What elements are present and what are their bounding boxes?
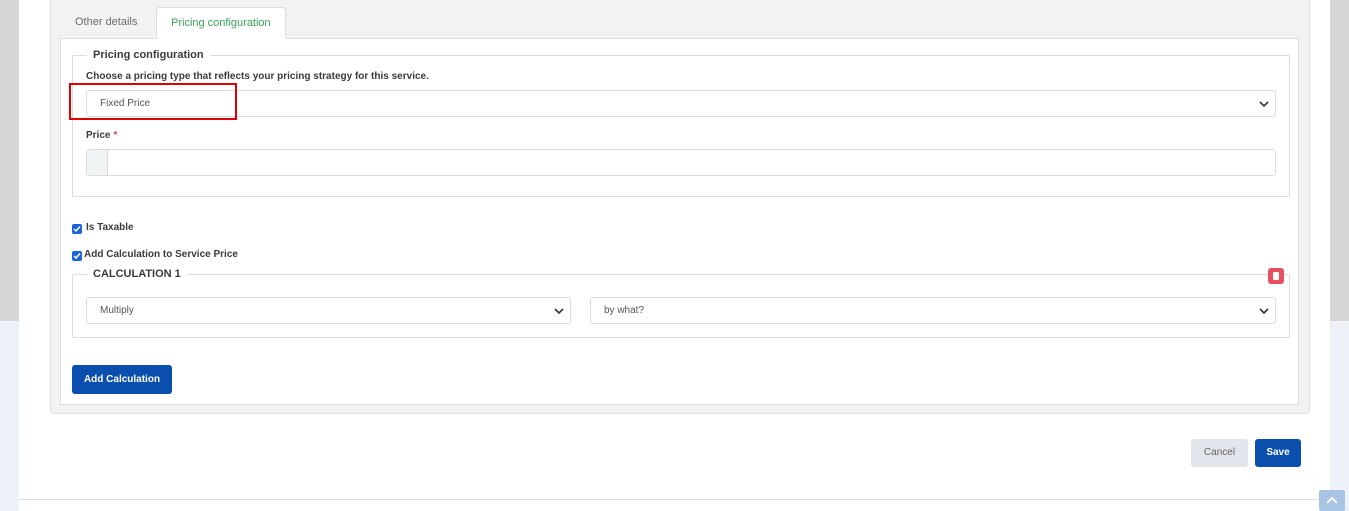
calculation-operand-placeholder: by what? — [604, 305, 645, 316]
calculation-operation-value: Multiply — [100, 305, 134, 316]
required-asterisk: * — [113, 130, 118, 141]
trash-icon — [1273, 272, 1279, 280]
price-currency-addon — [87, 150, 108, 175]
tab-pricing-configuration[interactable]: Pricing configuration — [156, 7, 286, 39]
chevron-down-icon — [1259, 308, 1269, 315]
save-button[interactable]: Save — [1255, 439, 1301, 467]
pricing-type-help-text: Choose a pricing type that reflects your… — [86, 71, 429, 82]
pricing-tab-content: Pricing configuration Choose a pricing t… — [60, 38, 1299, 405]
calculation-operation-select[interactable]: Multiply — [86, 297, 571, 324]
footer-divider — [19, 499, 1330, 500]
scroll-to-top-button[interactable] — [1319, 490, 1345, 511]
cancel-button[interactable]: Cancel — [1191, 439, 1248, 467]
service-form-panel: Other details Pricing configuration Pric… — [50, 0, 1310, 414]
chevron-down-icon — [1259, 101, 1269, 108]
chevron-down-icon — [554, 308, 564, 315]
chevron-up-icon — [1326, 496, 1338, 504]
add-calculation-button[interactable]: Add Calculation — [72, 365, 172, 394]
pricing-type-select[interactable]: Fixed Price — [86, 90, 1276, 117]
price-label-text: Price — [86, 130, 111, 141]
check-icon — [73, 226, 81, 233]
price-label: Price * — [86, 130, 117, 141]
calculation-operand-select[interactable]: by what? — [590, 297, 1276, 324]
tab-other-details[interactable]: Other details — [61, 7, 151, 39]
add-calculation-checkbox[interactable] — [72, 251, 82, 261]
delete-calculation-button[interactable] — [1268, 268, 1284, 284]
price-input[interactable] — [86, 149, 1276, 176]
is-taxable-checkbox[interactable] — [72, 224, 82, 234]
is-taxable-label: Is Taxable — [86, 222, 134, 233]
pricing-type-value: Fixed Price — [100, 98, 151, 109]
check-icon — [73, 253, 81, 260]
add-calculation-label: Add Calculation to Service Price — [84, 249, 238, 260]
page-card: Other details Pricing configuration Pric… — [19, 0, 1330, 511]
calculation-1-legend: CALCULATION 1 — [93, 268, 181, 280]
pricing-configuration-legend: Pricing configuration — [93, 49, 204, 61]
